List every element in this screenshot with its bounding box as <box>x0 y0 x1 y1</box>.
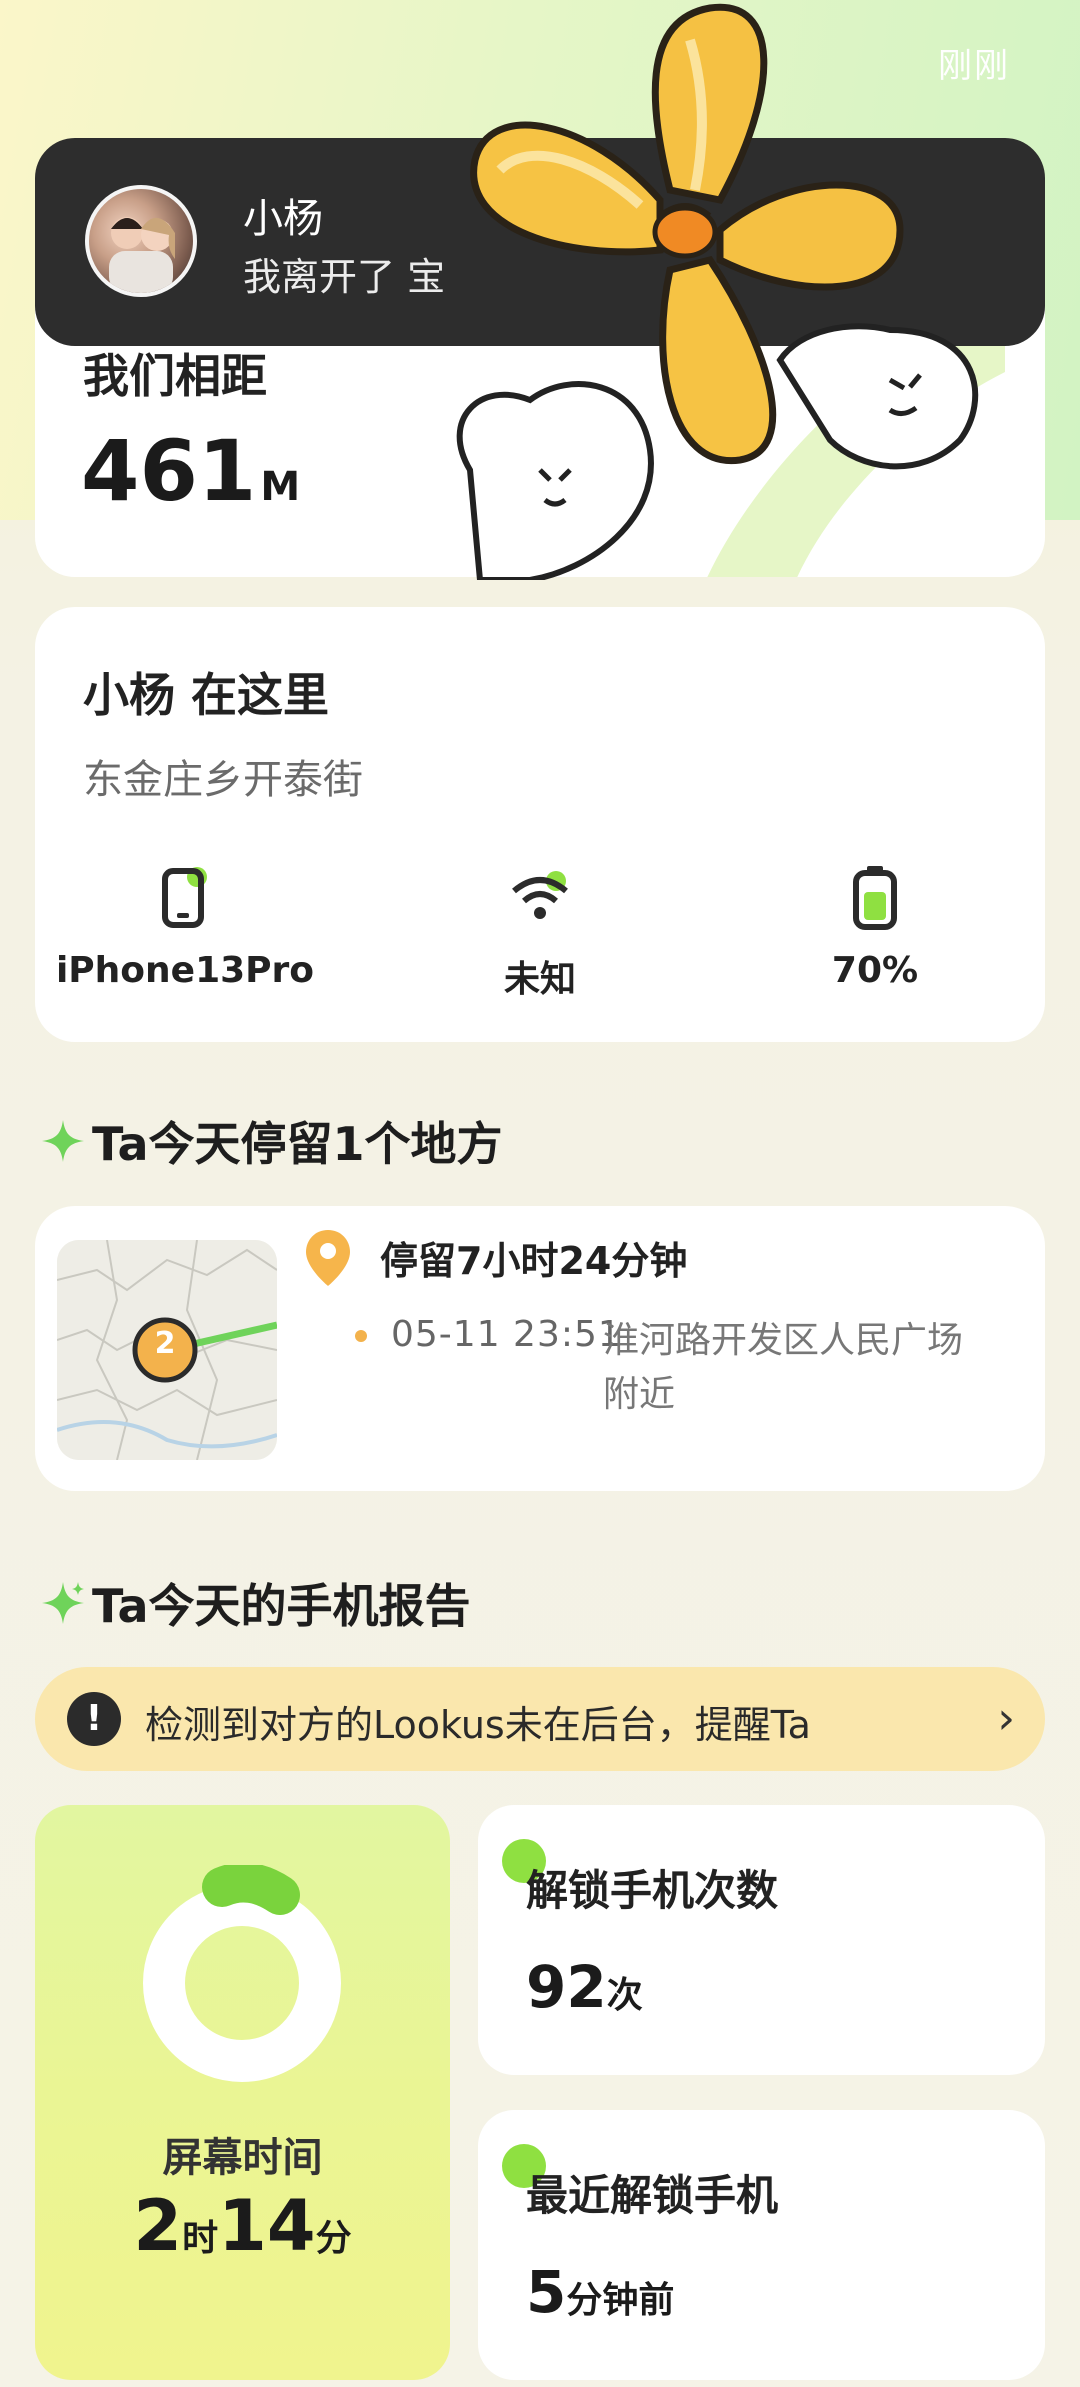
phone-icon <box>35 862 335 932</box>
time-ago-label: 刚刚 <box>938 46 1010 86</box>
distance-value: 461 M <box>81 422 301 520</box>
timeline-dot <box>355 1330 367 1342</box>
screen-time-value: 2时14分 <box>133 2185 352 2267</box>
stay-place: 淮河路开发区人民广场 附近 <box>603 1320 964 1415</box>
screen-time-ring <box>143 1865 341 2082</box>
stay-section-title: Ta今天停留1个地方 <box>40 1108 503 1174</box>
last-unlock-title: 最近解锁手机 <box>526 2171 779 2220</box>
notification-banner[interactable]: 小杨 我离开了 宝 <box>35 138 1045 346</box>
unlock-count-title: 解锁手机次数 <box>526 1866 779 1915</box>
sparkle-icon <box>42 1120 84 1162</box>
report-section-title: Ta今天的手机报告 <box>40 1570 471 1636</box>
location-title: 小杨 在这里 <box>83 668 330 722</box>
stay-duration: 停留7小时24分钟 <box>380 1239 688 1283</box>
map-thumbnail[interactable]: 2 <box>57 1240 277 1460</box>
screen-time-card[interactable]: 屏幕时间 2时14分 <box>35 1805 450 2380</box>
screen-time-label: 屏幕时间 <box>162 2135 323 2181</box>
device-stat: iPhone13Pro <box>35 862 335 991</box>
chevron-right-icon[interactable]: › <box>997 1693 1015 1744</box>
notification-sender: 小杨 <box>243 196 323 242</box>
unlock-count-value: 92次 <box>526 1953 643 2021</box>
alert-text: 检测到对方的Lookus未在后台，提醒Ta <box>145 1703 811 1747</box>
notification-message: 我离开了 宝 <box>243 255 446 299</box>
background-alert-banner[interactable]: ! 检测到对方的Lookus未在后台，提醒Ta › <box>35 1667 1045 1771</box>
wifi-icon <box>390 862 690 932</box>
battery-level-fill <box>864 892 886 920</box>
location-pin-icon <box>306 1230 350 1286</box>
wifi-status: 未知 <box>503 959 576 1000</box>
last-unlock-value: 5分钟前 <box>526 2258 675 2326</box>
battery-stat: 70% <box>725 862 1025 991</box>
distance-label: 我们相距 <box>83 349 267 403</box>
battery-icon <box>725 862 1025 932</box>
map-marker-number: 2 <box>154 1326 176 1361</box>
device-name: iPhone13Pro <box>55 950 315 991</box>
location-card[interactable]: 小杨 在这里 东金庄乡开泰街 iPhone13Pro 未知 70% <box>35 607 1045 1042</box>
stay-card[interactable]: 2 停留7小时24分钟 05-11 23:51 淮河路开发区人民广场 附近 <box>35 1206 1045 1491</box>
avatar <box>85 185 197 297</box>
last-unlock-card[interactable]: 最近解锁手机 5分钟前 <box>478 2110 1045 2380</box>
unlock-count-card[interactable]: 解锁手机次数 92次 <box>478 1805 1045 2075</box>
battery-percent: 70% <box>831 950 919 991</box>
stay-time: 05-11 23:51 <box>355 1314 622 1355</box>
location-address: 东金庄乡开泰街 <box>83 757 363 803</box>
wifi-stat: 未知 <box>390 862 690 1002</box>
sparkle-icon <box>42 1582 84 1624</box>
exclamation-icon: ! <box>67 1692 121 1746</box>
